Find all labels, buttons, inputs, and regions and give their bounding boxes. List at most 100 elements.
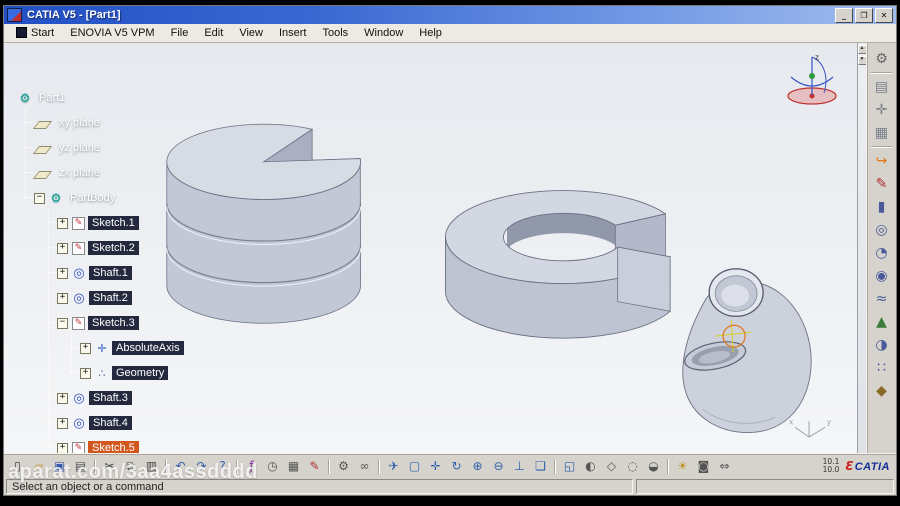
compass[interactable]: z: [779, 49, 845, 109]
knowledge-fx-button[interactable]: ƒ: [242, 457, 261, 475]
multi-view-button[interactable]: ❏: [531, 457, 550, 475]
tree-item-sketch-3[interactable]: − ✎ Sketch.3: [47, 314, 139, 332]
wireframe-button[interactable]: ◇: [602, 457, 621, 475]
tree-expander-plus[interactable]: +: [57, 417, 68, 429]
undo-button[interactable]: ↶: [171, 457, 190, 475]
tree-expander-plus[interactable]: +: [57, 242, 68, 254]
normal-view-button[interactable]: ⊥: [510, 457, 529, 475]
light-effect-button[interactable]: ☀: [673, 457, 692, 475]
pad-button[interactable]: ▮: [871, 197, 893, 217]
tree-item-sketch-2[interactable]: + ✎ Sketch.2: [47, 239, 139, 257]
fly-mode-button[interactable]: ✈: [384, 457, 403, 475]
tree-item-zx-plane[interactable]: zx plane: [24, 164, 104, 182]
shading-mode-button[interactable]: ◐: [581, 457, 600, 475]
tree-item-shaft-4[interactable]: + ◎ Shaft.4: [47, 414, 132, 432]
help-icon: ?: [219, 459, 226, 473]
minimize-button[interactable]: _: [835, 7, 853, 23]
menu-edit[interactable]: Edit: [196, 25, 231, 42]
tree-item-sketch-1[interactable]: + ✎ Sketch.1: [47, 214, 139, 232]
paste-button[interactable]: ▥: [142, 457, 161, 475]
tree-expander-minus[interactable]: −: [57, 317, 68, 329]
copy-button[interactable]: ⧉: [121, 457, 140, 475]
tree-expander-plus[interactable]: +: [57, 392, 68, 404]
named-views-button[interactable]: ◱: [560, 457, 579, 475]
zoom-out-button[interactable]: ⊖: [489, 457, 508, 475]
tree-expander-plus[interactable]: +: [80, 367, 91, 379]
solid-c-ring[interactable]: [445, 190, 672, 339]
redo-icon: ↷: [196, 459, 207, 473]
tree-item-partbody[interactable]: − ⚙ PartBody: [24, 189, 119, 207]
table-grid-button[interactable]: ▦: [284, 457, 303, 475]
help-button[interactable]: ?: [213, 457, 232, 475]
tree-item-absoluteaxis[interactable]: + ✛ AbsoluteAxis: [70, 339, 184, 357]
annotation-pen-button[interactable]: ✎: [305, 457, 324, 475]
zoom-in-button[interactable]: ⊕: [468, 457, 487, 475]
history-button[interactable]: ◷: [263, 457, 282, 475]
tree-item-shaft-2[interactable]: + ◎ Shaft.2: [47, 289, 132, 307]
sketcher-button[interactable]: ✎: [871, 174, 893, 194]
3d-viewport[interactable]: x y z ⚙ Part1 xy plane yz plane zx plane…: [4, 43, 857, 453]
open-folder-button[interactable]: ▱: [29, 457, 48, 475]
menu-window[interactable]: Window: [356, 25, 411, 42]
status-secondary-field[interactable]: [636, 479, 894, 494]
cut-button[interactable]: ✂: [100, 457, 119, 475]
axis-system-button[interactable]: ✛: [871, 100, 893, 120]
rotate-button[interactable]: ↻: [447, 457, 466, 475]
stiffener-button[interactable]: ▲: [871, 312, 893, 332]
solid-pacman-stack[interactable]: [166, 123, 362, 324]
exit-workbench-button[interactable]: ↪: [871, 151, 893, 171]
shaft-tool-button[interactable]: ◎: [871, 220, 893, 240]
link-manager-button[interactable]: ∞: [355, 457, 374, 475]
frame-display-button[interactable]: ▤: [871, 77, 893, 97]
hole-button[interactable]: ◉: [871, 266, 893, 286]
tree-item-shaft-3[interactable]: + ◎ Shaft.3: [47, 389, 132, 407]
zoom-in-icon: ⊕: [472, 459, 483, 473]
measure-button[interactable]: ⇔: [715, 457, 734, 475]
redo-button[interactable]: ↷: [192, 457, 211, 475]
menu-help[interactable]: Help: [411, 25, 450, 42]
menu-file[interactable]: File: [163, 25, 197, 42]
tree-item-sketch-5[interactable]: + ✎ Sketch.5: [47, 439, 139, 453]
pan-button[interactable]: ✛: [426, 457, 445, 475]
solid-torus[interactable]: [682, 268, 812, 433]
tree-expander-plus[interactable]: +: [57, 267, 68, 279]
tree-expander-minus[interactable]: −: [34, 192, 45, 204]
tree-item-yz-plane[interactable]: yz plane: [24, 139, 104, 157]
tree-item-geometry[interactable]: + ∴ Geometry: [70, 364, 169, 382]
apply-material-button[interactable]: ◆: [871, 381, 893, 401]
maximize-button[interactable]: ❐: [855, 7, 873, 23]
new-document-icon: ▯: [14, 459, 21, 473]
mirror-button[interactable]: ◑: [871, 335, 893, 355]
tree-expander-plus[interactable]: +: [57, 217, 68, 229]
pattern-button[interactable]: ∷: [871, 358, 893, 378]
fit-all-in-button[interactable]: ▢: [405, 457, 424, 475]
menu-tools[interactable]: Tools: [314, 25, 356, 42]
print-button[interactable]: ▤: [71, 457, 90, 475]
hide-show-button[interactable]: ◌: [623, 457, 642, 475]
menu-insert[interactable]: Insert: [271, 25, 315, 42]
part-icon: ⚙: [19, 91, 31, 105]
groove-button[interactable]: ◔: [871, 243, 893, 263]
save-button[interactable]: ▣: [50, 457, 69, 475]
tree-expander-plus[interactable]: +: [57, 442, 68, 453]
view-mode-gear-button[interactable]: ⚙: [871, 49, 893, 69]
options-gear-button[interactable]: ⚙: [334, 457, 353, 475]
mirror-icon: ◑: [875, 337, 888, 353]
menu-view[interactable]: View: [231, 25, 271, 42]
title-bar[interactable]: CATIA V5 - [Part1] _ ❐ ✕: [4, 6, 896, 24]
close-button[interactable]: ✕: [875, 7, 893, 23]
menu-enovia-v5-vpm[interactable]: ENOVIA V5 VPM: [62, 25, 162, 42]
named-views-icon: ◱: [563, 459, 576, 473]
swap-visible-space-button[interactable]: ◒: [644, 457, 663, 475]
rib-button[interactable]: ≈: [871, 289, 893, 309]
compass-z-label: z: [815, 53, 819, 62]
grid-display-button[interactable]: ▦: [871, 123, 893, 143]
tree-item-xy-plane[interactable]: xy plane: [24, 114, 104, 132]
tree-item-part1[interactable]: ⚙ Part1: [18, 89, 69, 107]
new-document-button[interactable]: ▯: [8, 457, 27, 475]
tree-expander-plus[interactable]: +: [80, 342, 91, 354]
tree-expander-plus[interactable]: +: [57, 292, 68, 304]
menu-start[interactable]: Start: [8, 25, 62, 42]
tree-item-shaft-1[interactable]: + ◎ Shaft.1: [47, 264, 132, 282]
snapshot-button[interactable]: ◙: [694, 457, 713, 475]
